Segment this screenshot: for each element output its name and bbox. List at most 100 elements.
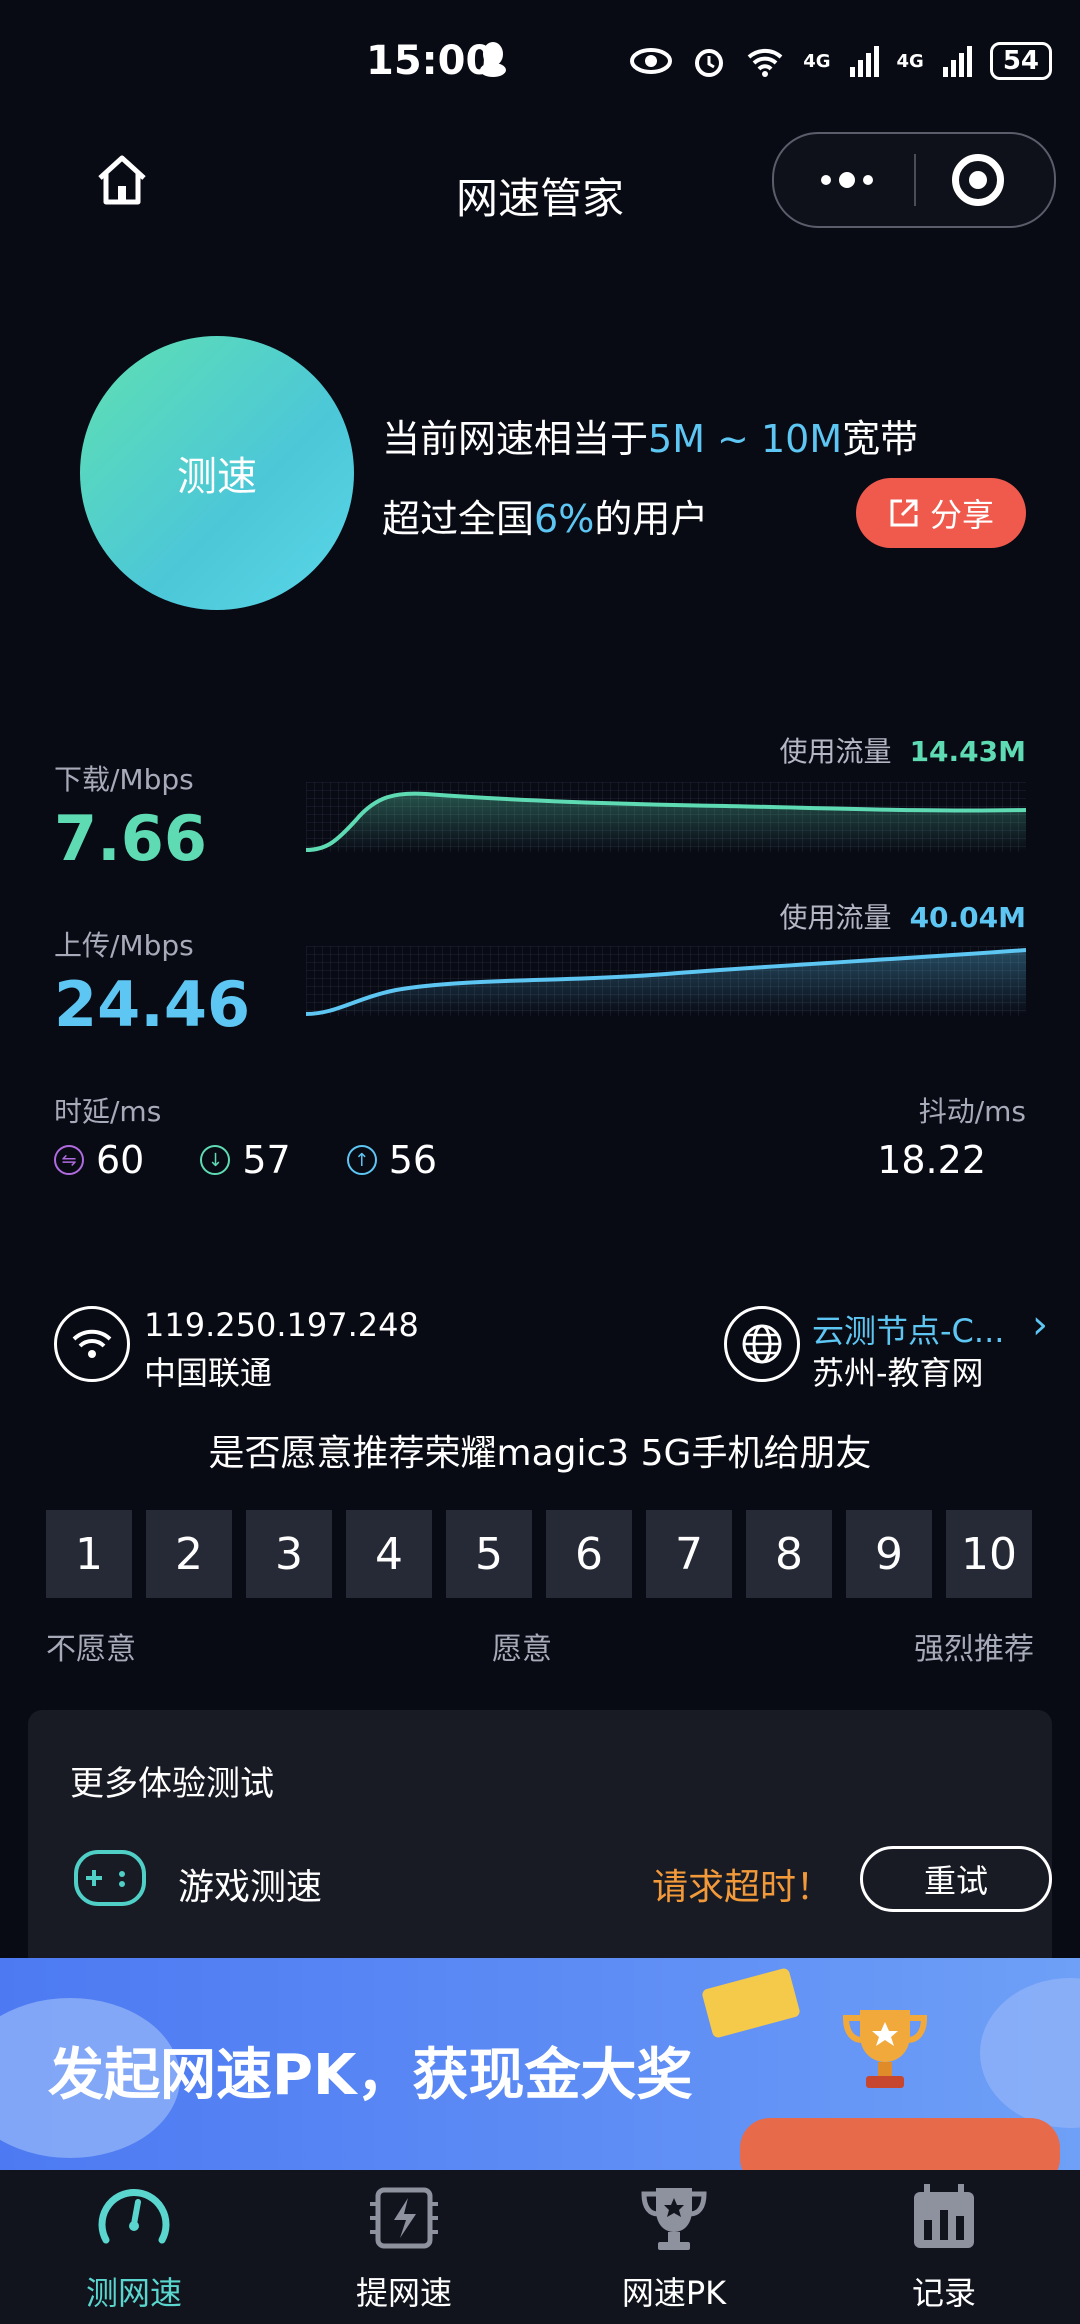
summary-text: 当前网速相当于 <box>382 417 649 461</box>
latency-down: ↓ 57 <box>200 1138 291 1182</box>
wifi-icon <box>72 1329 112 1358</box>
banner-cash-decoration <box>701 1967 801 2039</box>
test-node-location: 苏州-教育网 <box>812 1354 984 1392</box>
share-label: 分享 <box>929 496 994 534</box>
more-tests-title: 更多体验测试 <box>70 1764 274 1804</box>
latency-up-value: 56 <box>388 1138 438 1182</box>
status-icons: 4G 4G 54 <box>629 42 1052 80</box>
jitter-value: 18.22 <box>877 1138 986 1182</box>
chevron-right-icon[interactable]: › <box>1032 1302 1048 1348</box>
battery-indicator: 54 <box>989 42 1052 80</box>
banner-cloud-decoration-2 <box>980 1978 1080 2128</box>
latency-avg: ⇋ 60 <box>54 1138 144 1182</box>
ranking-text-suffix: 的用户 <box>594 497 709 541</box>
close-miniprogram-button[interactable] <box>952 154 1004 206</box>
ranking-text: 超过全国 <box>382 497 535 541</box>
download-usage-label: 使用流量 <box>779 735 892 768</box>
nav-item-speed-pk[interactable]: 网速PK <box>584 2180 764 2314</box>
signal-4g-icon: 4G <box>803 50 831 72</box>
mini-program-capsule <box>772 132 1056 228</box>
game-speed-test-label: 游戏测速 <box>178 1867 323 1908</box>
rating-option-7[interactable]: 7 <box>646 1510 732 1598</box>
share-icon <box>890 499 918 527</box>
upload-usage-value: 40.04M <box>909 901 1026 934</box>
signal-4g-icon-2: 4G <box>896 50 924 72</box>
calendar-chart-icon <box>914 2184 974 2248</box>
wifi-icon-badge <box>54 1306 130 1382</box>
gamepad-icon-shape <box>86 1870 125 1887</box>
upload-usage-label: 使用流量 <box>779 901 892 934</box>
latency-label: 时延/ms <box>54 1095 162 1128</box>
upload-value: 24.46 <box>54 968 251 1041</box>
upload-chart <box>306 946 1026 1016</box>
ranking-value: 6% <box>534 497 595 541</box>
ip-address: 119.250.197.248 <box>144 1306 419 1344</box>
trophy-icon <box>830 1990 940 2100</box>
latency-avg-value: 60 <box>96 1138 145 1182</box>
signal-bars-icon <box>849 46 879 77</box>
latency-down-value: 57 <box>242 1138 291 1182</box>
latency-up: ↑ 56 <box>346 1138 438 1182</box>
isp-name: 中国联通 <box>144 1354 273 1392</box>
eye-icon <box>630 48 673 74</box>
download-label: 下载/Mbps <box>54 763 194 796</box>
alarm-icon <box>695 49 724 77</box>
gamepad-icon <box>74 1850 146 1906</box>
summary-text-suffix: 宽带 <box>842 417 919 461</box>
download-value: 7.66 <box>54 802 207 875</box>
rating-option-9[interactable]: 9 <box>846 1510 932 1598</box>
speed-test-button[interactable]: 测速 <box>80 336 354 610</box>
nav-label-records: 记录 <box>911 2274 976 2312</box>
signal-bars-icon-2 <box>942 46 972 77</box>
nav-label-speed-pk: 网速PK <box>621 2274 727 2312</box>
game-test-status: 请求超时！ <box>652 1867 833 1908</box>
download-usage: 使用流量 14.43M <box>780 730 1026 770</box>
nav-label-speed-test: 测网速 <box>85 2274 182 2312</box>
nav-label-boost: 提网速 <box>355 2274 452 2312</box>
globe-icon-badge[interactable] <box>724 1306 800 1382</box>
bandwidth-summary: 当前网速相当于5M ~ 10M宽带 <box>382 408 918 463</box>
globe-icon <box>742 1324 782 1364</box>
banner-headline: 发起网速PK，获现金大奖 <box>48 2043 693 2108</box>
speedometer-icon <box>98 2189 170 2244</box>
rating-option-6[interactable]: 6 <box>546 1510 632 1598</box>
scale-mid-label: 愿意 <box>492 1632 552 1667</box>
swap-icon: ⇋ <box>54 1145 84 1175</box>
arrow-down-icon: ↓ <box>200 1145 231 1175</box>
nav-item-speed-test[interactable]: 测网速 <box>44 2180 224 2314</box>
ranking-summary: 超过全国6%的用户 <box>382 488 708 543</box>
more-menu-button[interactable] <box>812 154 882 206</box>
chip-bolt-icon <box>370 2187 438 2249</box>
latency-values: ⇋ 60 ↓ 57 ↑ 56 <box>54 1138 493 1182</box>
wifi-icon <box>747 48 783 77</box>
rating-option-3[interactable]: 3 <box>246 1510 332 1598</box>
download-usage-value: 14.43M <box>909 735 1026 768</box>
rating-option-4[interactable]: 4 <box>346 1510 432 1598</box>
retry-button[interactable]: 重试 <box>860 1846 1052 1912</box>
nav-item-records[interactable]: 记录 <box>854 2180 1034 2314</box>
more-dot-right <box>863 175 873 185</box>
rating-option-1[interactable]: 1 <box>46 1510 132 1598</box>
more-dots-icon <box>821 175 831 185</box>
trophy-nav-icon <box>641 2188 707 2250</box>
upload-label: 上传/Mbps <box>54 929 194 962</box>
rating-option-2[interactable]: 2 <box>146 1510 232 1598</box>
upload-usage: 使用流量 40.04M <box>780 896 1026 936</box>
rating-option-5[interactable]: 5 <box>446 1510 532 1598</box>
rating-option-10[interactable]: 10 <box>946 1510 1032 1598</box>
test-node[interactable]: 云测节点-C... <box>812 1306 1004 1352</box>
download-chart <box>306 782 1026 852</box>
nav-item-boost[interactable]: 提网速 <box>314 2180 494 2314</box>
more-tests-card <box>28 1710 1052 1970</box>
scale-high-label: 强烈推荐 <box>914 1632 1034 1667</box>
share-button[interactable]: 分享 <box>856 478 1026 548</box>
qq-notification-icon <box>478 40 508 78</box>
bandwidth-value: 5M ~ 10M <box>648 417 843 461</box>
banner-handshake-decoration <box>740 2118 1060 2170</box>
jitter-label: 抖动/ms <box>918 1095 1026 1128</box>
rating-options: 1 2 3 4 5 6 7 8 9 10 <box>46 1510 1032 1598</box>
rating-question: 是否愿意推荐荣耀magic3 5G手机给朋友 <box>208 1433 872 1474</box>
rating-option-8[interactable]: 8 <box>746 1510 832 1598</box>
status-time: 15:00 <box>366 38 494 84</box>
scale-low-label: 不愿意 <box>46 1632 136 1667</box>
